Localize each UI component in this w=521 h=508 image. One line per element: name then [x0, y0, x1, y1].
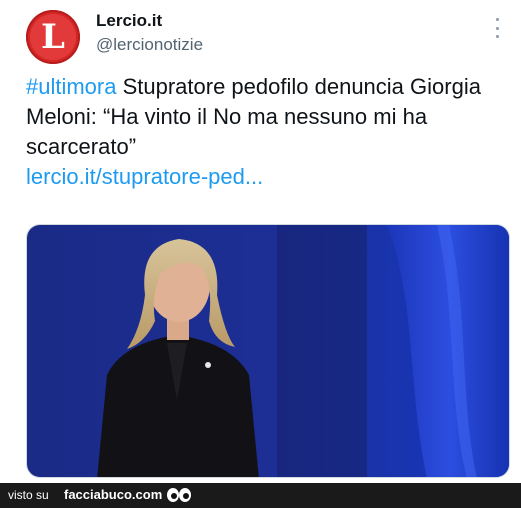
watermark-bar: visto su facciabuco.com	[0, 483, 521, 508]
avatar-letter: L	[41, 17, 65, 57]
hashtag-link[interactable]: #ultimora	[26, 74, 116, 99]
more-options-icon[interactable]	[492, 18, 502, 38]
avatar-logo: L	[30, 14, 76, 60]
account-handle[interactable]: @lercionotizie	[96, 35, 203, 55]
photo-illustration	[27, 225, 509, 477]
tweet-card[interactable]: L Lercio.it @lercionotizie #ultimora Stu…	[0, 0, 521, 483]
avatar[interactable]: L	[26, 10, 80, 64]
account-name[interactable]: Lercio.it	[96, 11, 162, 31]
eyes-icon	[167, 488, 191, 502]
tweet-photo[interactable]	[26, 224, 510, 478]
visto-su-label: visto su	[8, 488, 49, 502]
article-link[interactable]: lercio.it/stupratore-ped...	[26, 162, 506, 192]
tweet-text: #ultimora Stupratore pedofilo denuncia G…	[26, 72, 506, 192]
facciabuco-brand[interactable]: facciabuco.com	[64, 487, 162, 502]
